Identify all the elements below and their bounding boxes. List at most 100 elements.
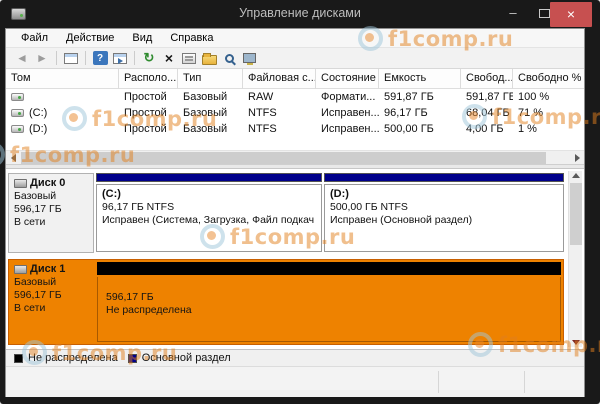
partition-status: Не распределена: [106, 304, 560, 316]
refresh-icon[interactable]: ↻: [140, 50, 158, 66]
disk-size: 596,17 ГБ: [14, 289, 91, 301]
table-row[interactable]: (D:) Простой Базовый NTFS Исправен... 50…: [6, 121, 584, 137]
cell-fs: RAW: [243, 91, 316, 103]
cell-type: Базовый: [178, 107, 243, 119]
disk-row-1-selected: Диск 1 Базовый 596,17 ГБ В сети 596,17 Г…: [8, 259, 564, 345]
menu-action[interactable]: Действие: [57, 32, 123, 44]
scroll-right-icon[interactable]: [570, 151, 584, 165]
table-row[interactable]: (C:) Простой Базовый NTFS Исправен... 96…: [6, 105, 584, 121]
scroll-down-icon[interactable]: [569, 340, 583, 345]
cell-status: Исправен...: [316, 123, 379, 135]
volume-icon: [11, 125, 24, 133]
cell-layout: Простой: [119, 91, 178, 103]
disk-icon: [14, 179, 27, 188]
disk-status: В сети: [14, 302, 91, 314]
horizontal-scrollbar[interactable]: [6, 150, 584, 164]
legend-label: Основной раздел: [142, 352, 231, 364]
cell-capacity: 591,87 ГБ: [379, 91, 461, 103]
scroll-left-icon[interactable]: [6, 151, 20, 165]
column-capacity[interactable]: Емкость: [379, 69, 461, 89]
console-tree-icon[interactable]: [62, 50, 80, 66]
statusbar-divider: [438, 371, 439, 393]
cell-free-pct: 71 %: [513, 107, 584, 119]
cell-capacity: 96,17 ГБ: [379, 107, 461, 119]
partition-status: Исправен (Система, Загрузка, Файл подкач: [102, 214, 316, 226]
column-type[interactable]: Тип: [178, 69, 243, 89]
partition-size: 596,17 ГБ: [106, 291, 560, 303]
disk-size: 596,17 ГБ: [14, 203, 89, 215]
column-status[interactable]: Состояние: [316, 69, 379, 89]
back-icon[interactable]: ◄: [13, 50, 31, 66]
vertical-scrollbar[interactable]: [568, 171, 582, 347]
column-filesystem[interactable]: Файловая с...: [243, 69, 316, 89]
partition-status: Исправен (Основной раздел): [330, 214, 558, 226]
partition-d[interactable]: (D:) 500,00 ГБ NTFS Исправен (Основной р…: [324, 173, 564, 253]
search-icon[interactable]: [220, 50, 238, 66]
scroll-up-icon[interactable]: [569, 173, 583, 178]
cell-free: 591,87 ГБ: [461, 91, 513, 103]
forward-icon[interactable]: ►: [33, 50, 51, 66]
cell-layout: Простой: [119, 123, 178, 135]
partition-color-bar: [96, 173, 322, 182]
legend-primary-partition: Основной раздел: [128, 352, 231, 364]
legend-label: Не распределена: [28, 352, 118, 364]
toolbar: ◄ ► ? ↻ ×: [6, 48, 584, 69]
toolbar-separator: [56, 51, 57, 65]
computer-icon[interactable]: [240, 50, 258, 66]
column-free-pct[interactable]: Свободно %: [513, 69, 584, 89]
scrollbar-thumb[interactable]: [570, 183, 582, 245]
cell-layout: Простой: [119, 107, 178, 119]
unallocated-partition[interactable]: 596,17 ГБ Не распределена: [97, 262, 561, 342]
partition-size: 500,00 ГБ NTFS: [330, 201, 558, 213]
column-layout[interactable]: Располо...: [119, 69, 178, 89]
volume-icon: [11, 93, 24, 101]
close-button[interactable]: ×: [550, 2, 592, 27]
cell-free: 68,04 ГБ: [461, 107, 513, 119]
menu-view[interactable]: Вид: [123, 32, 161, 44]
disk0-label-panel[interactable]: Диск 0 Базовый 596,17 ГБ В сети: [8, 173, 94, 253]
statusbar-divider: [524, 371, 525, 393]
legend-unallocated: Не распределена: [14, 352, 118, 364]
disk-name: Диск 0: [30, 177, 65, 189]
column-volume[interactable]: Том: [6, 69, 119, 89]
partition-label: (D:): [330, 188, 558, 200]
partition-c[interactable]: (C:) 96,17 ГБ NTFS Исправен (Система, За…: [96, 173, 322, 253]
cell-type: Базовый: [178, 123, 243, 135]
disk-management-window: Управление дисками – × Файл Действие Вид…: [0, 0, 600, 404]
titlebar: Управление дисками – ×: [0, 0, 600, 28]
toolbar-separator: [85, 51, 86, 65]
maximize-button[interactable]: [539, 9, 550, 18]
partition-size: 96,17 ГБ NTFS: [102, 201, 316, 213]
delete-icon[interactable]: ×: [160, 50, 178, 66]
cell-fs: NTFS: [243, 123, 316, 135]
menu-help[interactable]: Справка: [161, 32, 222, 44]
cell-fs: NTFS: [243, 107, 316, 119]
table-row[interactable]: Простой Базовый RAW Формати... 591,87 ГБ…: [6, 89, 584, 105]
help-icon[interactable]: ?: [91, 50, 109, 66]
disk-row-0: Диск 0 Базовый 596,17 ГБ В сети (C:) 96,…: [8, 173, 564, 253]
properties-icon[interactable]: [180, 50, 198, 66]
unallocated-swatch: [14, 354, 23, 363]
column-free[interactable]: Свобод...: [461, 69, 513, 89]
disk-name: Диск 1: [30, 263, 65, 275]
table-header: Том Располо... Тип Файловая с... Состоян…: [6, 69, 584, 89]
minimize-button[interactable]: –: [502, 4, 524, 24]
partition-color-bar: [324, 173, 564, 182]
partition-label: (C:): [102, 188, 316, 200]
volumes-table: Том Располо... Тип Файловая с... Состоян…: [6, 69, 584, 150]
status-bar: [6, 366, 584, 397]
scrollbar-thumb[interactable]: [21, 152, 546, 164]
cell-status: Исправен...: [316, 107, 379, 119]
menu-file[interactable]: Файл: [12, 32, 57, 44]
cell-type: Базовый: [178, 91, 243, 103]
disk1-label-panel[interactable]: Диск 1 Базовый 596,17 ГБ В сети: [9, 260, 95, 344]
legend-bar: Не распределена Основной раздел: [6, 349, 584, 366]
disk-graphical-view: Диск 0 Базовый 596,17 ГБ В сети (C:) 96,…: [6, 169, 584, 349]
cell-free-pct: 100 %: [513, 91, 584, 103]
menu-bar: Файл Действие Вид Справка: [6, 29, 584, 48]
disk-type: Базовый: [14, 190, 89, 202]
open-folder-icon[interactable]: [200, 50, 218, 66]
client-area: Файл Действие Вид Справка ◄ ► ? ↻ × Том: [5, 28, 585, 397]
action-pane-icon[interactable]: [111, 50, 129, 66]
toolbar-separator: [134, 51, 135, 65]
